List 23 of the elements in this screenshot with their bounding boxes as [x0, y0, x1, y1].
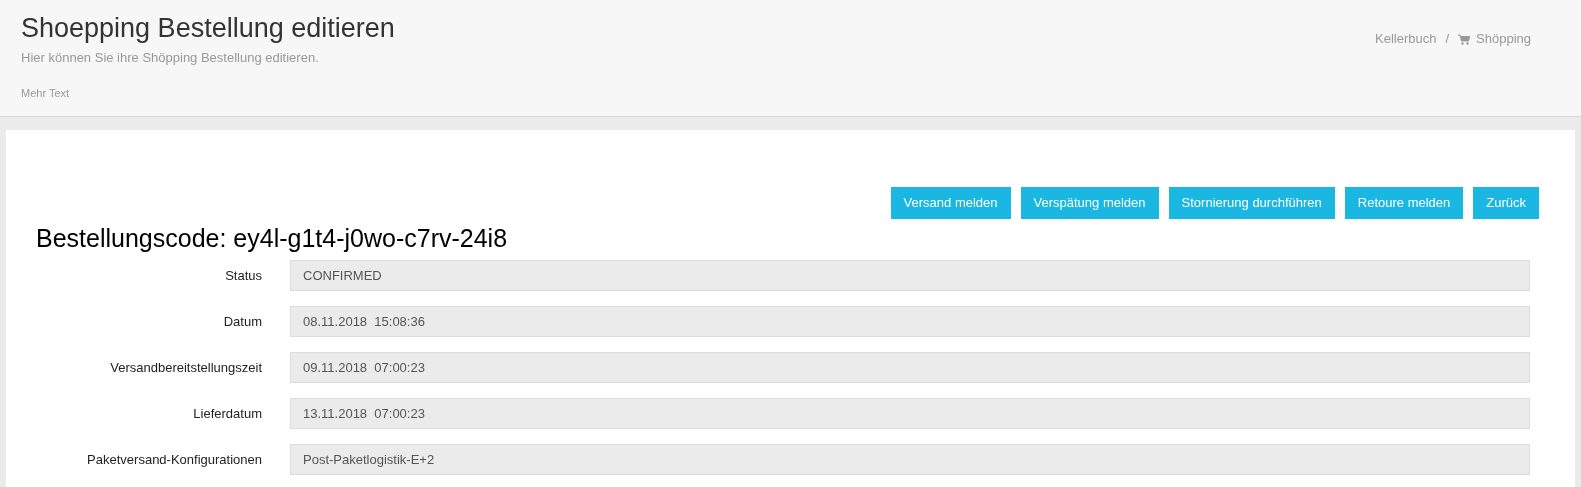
action-button[interactable]: Zurück: [1473, 187, 1539, 219]
action-button[interactable]: Verspätung melden: [1020, 187, 1159, 219]
field-label: Status: [224, 266, 262, 285]
action-button[interactable]: Stornierung durchführen: [1168, 187, 1335, 219]
page-subtitle: Hier können Sie ihre Shöpping Bestellung editieren.: [21, 49, 320, 67]
order-code-heading: Bestellungscode: ey4l-g1t4-j0wo-c7rv-24i8: [36, 223, 509, 254]
field-label: Paketversand-Konfigurationen: [86, 450, 262, 469]
cart-icon: [1458, 33, 1471, 45]
page-title: Shoepping Bestellung editieren: [21, 12, 395, 45]
readonly-field[interactable]: CONFIRMED: [290, 260, 1530, 291]
field-label: Lieferdatum: [192, 404, 262, 423]
readonly-field[interactable]: Post-Paketlogistik-E+2: [290, 444, 1530, 475]
readonly-field[interactable]: 09.11.2018 07:00:23: [290, 352, 1530, 383]
readonly-field[interactable]: 13.11.2018 07:00:23: [290, 398, 1530, 429]
breadcrumb-separator: /: [1445, 30, 1450, 49]
field-label: Datum: [222, 312, 262, 331]
readonly-field[interactable]: 08.11.2018 15:08:36: [290, 306, 1530, 337]
breadcrumb-link[interactable]: Shöpping: [1458, 29, 1531, 49]
action-button[interactable]: Retoure melden: [1344, 187, 1464, 219]
page-note: Mehr Text: [21, 85, 71, 101]
action-button[interactable]: Versand melden: [890, 187, 1011, 219]
breadcrumb-link[interactable]: Kellerbuch: [1375, 29, 1437, 49]
field-label: Versandbereitstellungszeit: [109, 358, 262, 377]
